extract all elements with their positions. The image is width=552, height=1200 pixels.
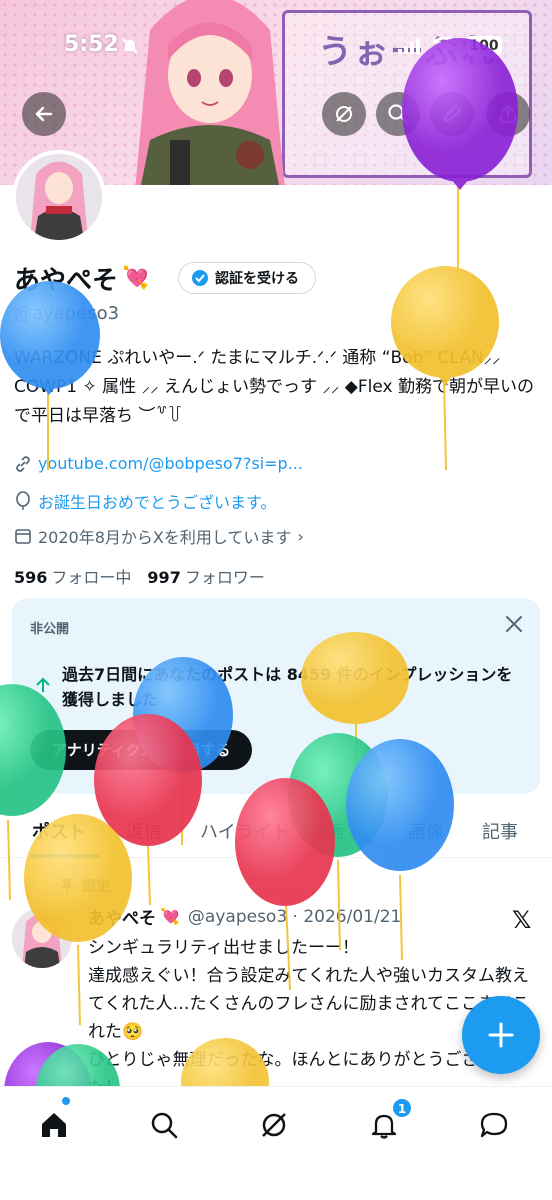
calendar-icon: [15, 529, 31, 544]
birthday-row[interactable]: お誕生日おめでとうございます。: [14, 489, 276, 513]
wifi-icon: [432, 36, 458, 55]
followers-count: 997: [147, 568, 181, 587]
heart-arrow-icon: 💘: [122, 266, 150, 291]
back-button[interactable]: [22, 92, 66, 136]
following-stat[interactable]: 596 フォロー中: [14, 564, 131, 588]
tab-videos[interactable]: 動画: [308, 818, 344, 844]
active-tab-indicator: [30, 854, 100, 858]
nav-search[interactable]: [144, 1105, 184, 1145]
tab-posts[interactable]: ポスト: [32, 818, 86, 844]
home-unread-dot: [62, 1097, 70, 1105]
avatar-illustration: [16, 154, 102, 240]
heart-arrow-icon: 💘: [160, 907, 180, 926]
card-header: 非公開: [30, 622, 70, 637]
search-icon: [151, 1112, 178, 1139]
link-icon: [16, 455, 30, 472]
get-verified-label: 認証を受ける: [215, 271, 299, 287]
analytics-button[interactable]: アナリティクスを利用する: [30, 730, 253, 770]
tweet-handle-date: @ayapeso3 · 2026/01/21: [187, 906, 402, 927]
tweet-avatar-illustration: [12, 908, 72, 968]
joined-date: 2020年8月からXを利用しています: [38, 528, 292, 547]
edit-button[interactable]: [430, 92, 474, 136]
x-logo-icon: 𝕏: [512, 906, 532, 934]
nav-messages[interactable]: [474, 1105, 514, 1145]
tab-articles[interactable]: 記事: [482, 818, 518, 844]
grok-icon: [262, 1113, 286, 1137]
tweet-header: あやぺそ 💘 @ayapeso3 · 2026/01/21: [88, 904, 402, 930]
follow-stats: 596 フォロー中 997 フォロワー: [14, 564, 265, 588]
tweet-line: シンギュラリティ出せましたーー！: [88, 938, 359, 958]
grok-icon: [336, 106, 352, 122]
analytics-arrow-icon: [36, 677, 50, 692]
status-time: 5:52: [64, 32, 119, 57]
joined-row[interactable]: 2020年8月からXを利用しています ›: [14, 524, 304, 548]
following-label: フォロー中: [51, 568, 132, 587]
close-icon[interactable]: [504, 614, 524, 634]
tab-images[interactable]: 画像: [408, 818, 444, 844]
battery-indicator: 100: [466, 36, 502, 56]
followers-stat[interactable]: 997 フォロワー: [147, 564, 264, 588]
birthday-text[interactable]: お誕生日おめでとうございます。: [38, 489, 276, 513]
plus-icon: [488, 1022, 514, 1048]
search-icon: [388, 104, 409, 125]
messages-icon: [480, 1112, 508, 1138]
profile-link-row[interactable]: youtube.com/@bobpeso7?si=p...: [14, 454, 303, 473]
pin-icon: [61, 879, 73, 893]
back-arrow-icon: [35, 106, 53, 122]
tab-highlights[interactable]: ハイライト: [200, 818, 290, 844]
banner-character-illustration: [135, 0, 285, 185]
compose-button[interactable]: [462, 996, 540, 1074]
verified-badge-icon: [192, 270, 208, 286]
tab-replies[interactable]: 返信: [126, 818, 162, 844]
pinned-label-row: 固定: [60, 876, 110, 896]
search-profile-button[interactable]: [376, 92, 420, 136]
silent-mode-icon: [122, 38, 138, 54]
share-button[interactable]: [486, 92, 530, 136]
profile-bio: WARZONE ぷれいやー.ᐟ たまにマルチ.ᐟ.ᐟ 通称 “Bob” CLAN…: [14, 348, 534, 426]
pinned-label: 固定: [82, 879, 110, 895]
private-analytics-card: 非公開 過去7日間にあなたのポストは 8459 件のインプレッションを獲得しまし…: [12, 598, 540, 794]
profile-name: あやぺそ: [14, 266, 119, 296]
tweet-author-name[interactable]: あやぺそ: [88, 904, 156, 929]
followers-label: フォロワー: [184, 568, 265, 587]
share-icon: [500, 104, 516, 123]
profile-tabs: ポスト 返信 ハイライト 動画 画像 記事: [0, 808, 552, 858]
grok-button[interactable]: [322, 92, 366, 136]
following-count: 596: [14, 568, 48, 587]
get-verified-button[interactable]: 認証を受ける: [178, 262, 316, 294]
card-text: 過去7日間にあなたのポストは 8459 件のインプレッションを獲得しました: [62, 665, 513, 709]
nav-home[interactable]: [34, 1105, 74, 1145]
balloon-icon: [16, 491, 30, 510]
tweet-avatar[interactable]: [12, 908, 72, 968]
profile-name-row: あやぺそ 💘: [14, 260, 149, 297]
status-bar: 5:52 100: [0, 30, 552, 62]
bottom-navigation: 1: [0, 1086, 552, 1200]
notification-badge: 1: [392, 1098, 412, 1118]
nav-grok[interactable]: [254, 1105, 294, 1145]
pencil-icon: [444, 105, 461, 122]
profile-link[interactable]: youtube.com/@bobpeso7?si=p...: [38, 454, 303, 473]
cellular-signal-icon: [398, 38, 420, 54]
home-icon: [42, 1113, 66, 1137]
profile-avatar[interactable]: [12, 150, 106, 244]
chevron-right-icon: ›: [297, 526, 304, 546]
profile-handle: @ayapeso3: [14, 303, 120, 324]
